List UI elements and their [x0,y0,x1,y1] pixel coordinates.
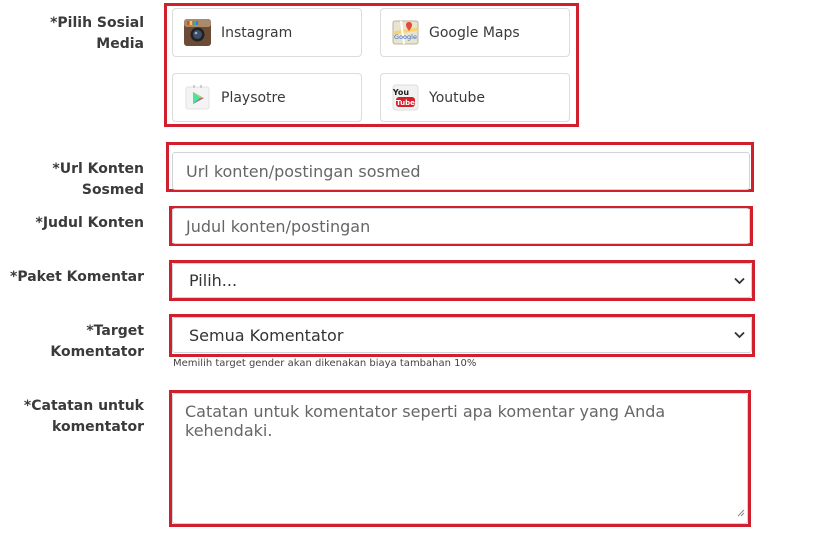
social-option-label: Google Maps [429,24,520,41]
resize-handle-icon[interactable] [737,502,745,521]
catatan-label-line2: komentator [52,419,144,435]
play-store-icon [184,84,211,111]
social-option-label: Playsotre [221,89,286,106]
chevron-down-icon [734,328,745,342]
url-input[interactable]: Url konten/postingan sosmed [172,152,750,190]
target-help-text: Memilih target gender akan dikenakan bia… [173,358,477,369]
svg-text:You: You [392,88,409,97]
social-option-playstore[interactable]: Playsotre [172,73,362,122]
social-option-youtube[interactable]: You Tube Youtube [380,73,570,122]
target-label: *Target Komentator [50,323,144,360]
youtube-icon: You Tube [392,84,419,111]
target-select[interactable]: Semua Komentator [172,317,752,353]
catatan-placeholder: Catatan untuk komentator seperti apa kom… [185,402,666,440]
judul-label: *Judul Konten [35,215,145,231]
social-option-label: Youtube [429,89,485,106]
social-option-label: Instagram [221,24,293,41]
paket-label: *Paket Komentar [10,269,144,285]
chevron-down-icon [734,274,745,288]
catatan-textarea[interactable]: Catatan untuk komentator seperti apa kom… [172,393,748,524]
google-maps-icon: Google [392,19,419,46]
paket-select[interactable]: Pilih... [172,263,752,298]
social-option-google-maps[interactable]: Google Google Maps [380,8,570,57]
social-media-label: *Pilih Sosial Media [50,15,144,52]
instagram-icon [184,19,211,46]
url-label: *Url Konten Sosmed [52,161,144,198]
paket-selected-value: Pilih... [189,271,238,290]
url-placeholder: Url konten/postingan sosmed [186,161,421,181]
svg-text:Google: Google [394,33,417,41]
social-option-instagram[interactable]: Instagram [172,8,362,57]
judul-input[interactable]: Judul konten/postingan [172,208,750,244]
svg-text:Tube: Tube [396,99,415,107]
catatan-label-line1: *Catatan untuk [23,398,144,414]
judul-placeholder: Judul konten/postingan [186,216,371,236]
catatan-label: *Catatan untuk komentator [24,396,144,438]
target-selected-value: Semua Komentator [189,325,344,345]
